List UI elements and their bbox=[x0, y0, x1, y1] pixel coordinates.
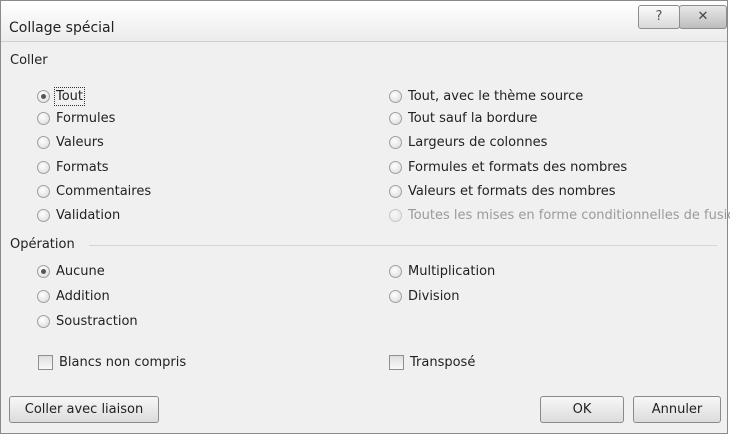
help-icon: ? bbox=[655, 9, 663, 24]
radio-button-icon bbox=[389, 161, 402, 174]
radio-tout-sauf-bordure[interactable]: Tout sauf la bordure bbox=[389, 111, 537, 126]
radio-soustraction[interactable]: Soustraction bbox=[37, 314, 138, 329]
radio-button-icon bbox=[37, 315, 50, 328]
radio-label: Valeurs et formats des nombres bbox=[408, 184, 616, 199]
radio-valeurs-formats-nombres[interactable]: Valeurs et formats des nombres bbox=[389, 184, 616, 199]
radio-button-icon bbox=[37, 185, 50, 198]
radio-tout[interactable]: Tout bbox=[37, 87, 86, 106]
radio-label: Tout bbox=[53, 87, 86, 106]
checkbox-icon bbox=[38, 355, 53, 370]
radio-addition[interactable]: Addition bbox=[37, 289, 110, 304]
radio-formules[interactable]: Formules bbox=[37, 111, 115, 126]
radio-aucune[interactable]: Aucune bbox=[37, 264, 105, 279]
radio-button-icon bbox=[389, 290, 402, 303]
radio-button-icon bbox=[389, 112, 402, 125]
radio-tout-theme-source[interactable]: Tout, avec le thème source bbox=[389, 89, 583, 104]
radio-button-icon bbox=[37, 90, 50, 103]
operation-group-label: Opération bbox=[10, 237, 75, 252]
radio-label: Soustraction bbox=[56, 314, 138, 329]
radio-button-icon bbox=[389, 209, 402, 222]
radio-button-icon bbox=[389, 136, 402, 149]
radio-label: Tout sauf la bordure bbox=[408, 111, 538, 126]
radio-division[interactable]: Division bbox=[389, 289, 460, 304]
radio-button-icon bbox=[37, 209, 50, 222]
radio-button-icon bbox=[389, 90, 402, 103]
radio-button-icon bbox=[389, 265, 402, 278]
dialog-title: Collage spécial bbox=[9, 20, 115, 36]
radio-validation[interactable]: Validation bbox=[37, 208, 120, 223]
help-button[interactable]: ? bbox=[638, 5, 680, 29]
radio-label: Formules et formats des nombres bbox=[408, 160, 628, 175]
radio-commentaires[interactable]: Commentaires bbox=[37, 184, 151, 199]
coller-group-label: Coller bbox=[10, 53, 48, 68]
radio-button-icon bbox=[37, 290, 50, 303]
radio-button-icon bbox=[389, 185, 402, 198]
radio-label: Validation bbox=[56, 208, 121, 223]
radio-button-icon bbox=[37, 161, 50, 174]
checkbox-transpose[interactable]: Transposé bbox=[389, 355, 475, 370]
radio-mises-en-forme-conditionnelles: Toutes les mises en forme conditionnelle… bbox=[389, 208, 730, 223]
radio-button-icon bbox=[37, 265, 50, 278]
title-bar: Collage spécial ? ✕ bbox=[1, 1, 727, 42]
radio-button-icon bbox=[37, 136, 50, 149]
close-icon: ✕ bbox=[697, 9, 709, 24]
radio-label: Multiplication bbox=[408, 264, 496, 279]
radio-label: Toutes les mises en forme conditionnelle… bbox=[408, 208, 730, 223]
close-button[interactable]: ✕ bbox=[679, 5, 727, 29]
radio-label: Valeurs bbox=[56, 135, 104, 150]
radio-valeurs[interactable]: Valeurs bbox=[37, 135, 104, 150]
radio-label: Formules bbox=[56, 111, 116, 126]
checkbox-label: Blancs non compris bbox=[59, 355, 187, 370]
operation-separator bbox=[89, 245, 717, 246]
checkbox-icon bbox=[389, 355, 404, 370]
checkbox-label: Transposé bbox=[410, 355, 476, 370]
paste-special-dialog: Collage spécial ? ✕ Coller Tout Formules… bbox=[0, 0, 730, 434]
radio-button-icon bbox=[37, 112, 50, 125]
checkbox-blancs-non-compris[interactable]: Blancs non compris bbox=[38, 355, 186, 370]
radio-label: Addition bbox=[56, 289, 110, 304]
radio-formules-formats-nombres[interactable]: Formules et formats des nombres bbox=[389, 160, 627, 175]
radio-label: Tout, avec le thème source bbox=[408, 89, 584, 104]
radio-largeurs-colonnes[interactable]: Largeurs de colonnes bbox=[389, 135, 547, 150]
radio-label: Commentaires bbox=[56, 184, 152, 199]
coller-avec-liaison-button[interactable]: Coller avec liaison bbox=[9, 396, 159, 423]
cancel-button[interactable]: Annuler bbox=[633, 396, 721, 423]
radio-label: Division bbox=[408, 289, 460, 304]
ok-button[interactable]: OK bbox=[540, 396, 624, 423]
radio-label: Formats bbox=[56, 160, 109, 175]
radio-multiplication[interactable]: Multiplication bbox=[389, 264, 495, 279]
radio-label: Aucune bbox=[56, 264, 105, 279]
radio-formats[interactable]: Formats bbox=[37, 160, 109, 175]
radio-label: Largeurs de colonnes bbox=[408, 135, 548, 150]
